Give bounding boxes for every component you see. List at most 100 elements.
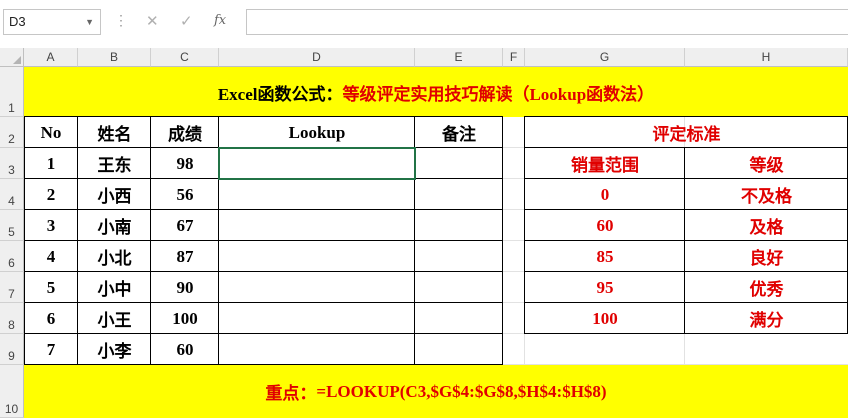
- row-number: 10: [4, 402, 19, 416]
- criteria-cell[interactable]: 不及格: [685, 179, 848, 210]
- table-cell[interactable]: 小北: [78, 241, 151, 272]
- column-header-a[interactable]: A: [24, 48, 78, 67]
- row-header-7[interactable]: 7: [0, 272, 24, 303]
- criteria-cell[interactable]: 60: [525, 210, 685, 241]
- criteria-cell[interactable]: 85: [525, 241, 685, 272]
- table-cell[interactable]: [415, 148, 503, 179]
- criteria-border-h: [524, 209, 848, 210]
- table-cell[interactable]: [415, 272, 503, 303]
- table-header-0[interactable]: No: [24, 117, 78, 148]
- criteria-border-v: [684, 148, 685, 334]
- table-cell[interactable]: 小王: [78, 303, 151, 334]
- title-prefix: Excel函数公式：: [217, 84, 343, 104]
- table-cell[interactable]: [219, 272, 415, 303]
- table-cell[interactable]: [415, 179, 503, 210]
- table-border-h: [24, 209, 503, 210]
- table-header-1[interactable]: 姓名: [78, 117, 151, 148]
- row-number: 4: [8, 194, 15, 208]
- table-cell[interactable]: 98: [151, 148, 219, 179]
- table-cell[interactable]: 小西: [78, 179, 151, 210]
- table-cell[interactable]: [219, 179, 415, 210]
- enter-icon[interactable]: ✓: [180, 12, 193, 30]
- table-cell[interactable]: 5: [24, 272, 78, 303]
- row-header-2[interactable]: 2: [0, 117, 24, 148]
- table-cell[interactable]: 4: [24, 241, 78, 272]
- footer-formula: =LOOKUP(C3,$G$4:$G$8,$H$4:$H$8): [316, 381, 607, 401]
- table-cell[interactable]: [219, 148, 415, 179]
- table-cell[interactable]: 小中: [78, 272, 151, 303]
- table-cell[interactable]: 87: [151, 241, 219, 272]
- table-cell[interactable]: 小李: [78, 334, 151, 365]
- criteria-border-h: [524, 178, 848, 179]
- row-header-5[interactable]: 5: [0, 210, 24, 241]
- table-cell[interactable]: 56: [151, 179, 219, 210]
- table-cell[interactable]: 60: [151, 334, 219, 365]
- table-border-v: [414, 116, 415, 365]
- table-header-3[interactable]: Lookup: [219, 117, 415, 148]
- table-cell[interactable]: [415, 241, 503, 272]
- column-header-h[interactable]: H: [685, 48, 848, 67]
- column-header-b[interactable]: B: [78, 48, 151, 67]
- row-header-1[interactable]: 1: [0, 67, 24, 117]
- row-number: 3: [8, 163, 15, 177]
- column-header-d[interactable]: D: [219, 48, 415, 67]
- table-cell[interactable]: [219, 303, 415, 334]
- column-header-e[interactable]: E: [415, 48, 503, 67]
- cancel-icon[interactable]: ✕: [146, 12, 159, 30]
- table-cell[interactable]: [415, 334, 503, 365]
- drag-handle-icon[interactable]: ⋮: [114, 12, 128, 29]
- column-header-c[interactable]: C: [151, 48, 219, 67]
- criteria-cell[interactable]: 95: [525, 272, 685, 303]
- row-number: 7: [8, 287, 15, 301]
- name-box[interactable]: D3 ▼: [3, 9, 101, 35]
- row-header-6[interactable]: 6: [0, 241, 24, 272]
- column-header-g[interactable]: G: [525, 48, 685, 67]
- select-all-corner[interactable]: [0, 48, 24, 67]
- table-cell[interactable]: 2: [24, 179, 78, 210]
- criteria-header-0[interactable]: 销量范围: [525, 148, 685, 179]
- table-cell[interactable]: [415, 210, 503, 241]
- table-border-h: [24, 178, 503, 179]
- table-cell[interactable]: 1: [24, 148, 78, 179]
- footer-banner: 重点： =LOOKUP(C3,$G$4:$G$8,$H$4:$H$8): [24, 365, 848, 418]
- table-cell[interactable]: 7: [24, 334, 78, 365]
- table-cell[interactable]: [415, 303, 503, 334]
- table-cell[interactable]: 100: [151, 303, 219, 334]
- criteria-header-1[interactable]: 等级: [685, 148, 848, 179]
- table-cell[interactable]: [219, 210, 415, 241]
- row-number: 5: [8, 225, 15, 239]
- row-header-10[interactable]: 10: [0, 365, 24, 418]
- table-border-v: [150, 116, 151, 365]
- fx-icon[interactable]: fx: [214, 13, 226, 28]
- table-border-h: [24, 147, 503, 148]
- row-header-9[interactable]: 9: [0, 334, 24, 365]
- row-header-4[interactable]: 4: [0, 179, 24, 210]
- row-number: 2: [8, 132, 15, 146]
- column-header-f[interactable]: F: [503, 48, 525, 67]
- table-border-v: [77, 116, 78, 365]
- name-box-value: D3: [9, 14, 26, 29]
- criteria-cell[interactable]: 满分: [685, 303, 848, 334]
- criteria-cell[interactable]: 良好: [685, 241, 848, 272]
- table-header-2[interactable]: 成绩: [151, 117, 219, 148]
- table-cell[interactable]: 67: [151, 210, 219, 241]
- table-cell[interactable]: 小南: [78, 210, 151, 241]
- criteria-title[interactable]: 评定标准: [525, 117, 848, 148]
- criteria-cell[interactable]: 及格: [685, 210, 848, 241]
- table-cell[interactable]: [219, 334, 415, 365]
- row-header-8[interactable]: 8: [0, 303, 24, 334]
- formula-input[interactable]: [246, 9, 848, 35]
- table-cell[interactable]: 王东: [78, 148, 151, 179]
- table-cell[interactable]: 6: [24, 303, 78, 334]
- table-border-v: [502, 116, 503, 365]
- table-header-4[interactable]: 备注: [415, 117, 503, 148]
- table-cell[interactable]: [219, 241, 415, 272]
- table-cell[interactable]: 3: [24, 210, 78, 241]
- chevron-down-icon[interactable]: ▼: [85, 10, 94, 34]
- table-border-h: [24, 302, 503, 303]
- row-header-3[interactable]: 3: [0, 148, 24, 179]
- criteria-cell[interactable]: 100: [525, 303, 685, 334]
- criteria-cell[interactable]: 0: [525, 179, 685, 210]
- table-cell[interactable]: 90: [151, 272, 219, 303]
- criteria-cell[interactable]: 优秀: [685, 272, 848, 303]
